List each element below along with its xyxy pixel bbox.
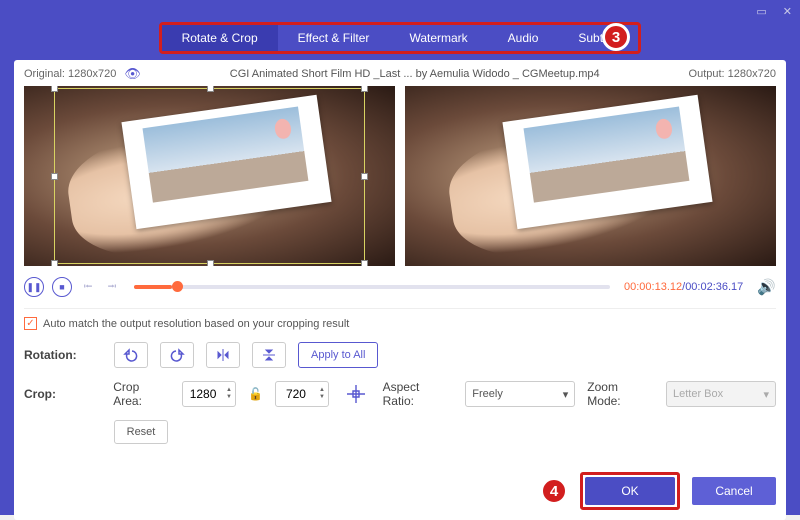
flip-vertical-button[interactable]: [252, 342, 286, 368]
rotation-row: Rotation: Apply to All: [24, 342, 776, 368]
app-window: ▭ ✕ Rotate & Crop Effect & Filter Waterm…: [0, 0, 800, 515]
lock-aspect-icon[interactable]: 🔓: [248, 387, 263, 401]
cancel-button[interactable]: Cancel: [692, 477, 776, 505]
aspect-ratio-label: Aspect Ratio:: [383, 380, 454, 408]
titlebar: ▭ ✕: [0, 0, 800, 22]
crop-handle[interactable]: [207, 260, 214, 266]
preview-original[interactable]: [24, 86, 395, 266]
crop-width-spinner[interactable]: ▲▼: [223, 387, 235, 401]
tab-audio[interactable]: Audio: [488, 25, 559, 51]
seek-slider[interactable]: [134, 285, 610, 289]
tabs-container: Rotate & Crop Effect & Filter Watermark …: [0, 22, 800, 54]
crop-row: Crop: Crop Area: ▲▼ 🔓 ▲▼ Aspect Ratio: F…: [24, 380, 776, 408]
crop-handle[interactable]: [51, 86, 58, 92]
playback-bar: ❚❚ ■ ⭰ ⭲ 00:00:13.12/00:02:36.17 🔊: [24, 274, 776, 300]
zoom-mode-value: Letter Box: [673, 388, 723, 400]
crop-area-label: Crop Area:: [113, 380, 170, 408]
automatch-checkbox[interactable]: ✓: [24, 317, 37, 330]
next-frame-button[interactable]: ⭲: [104, 277, 120, 297]
close-icon[interactable]: ✕: [783, 5, 792, 18]
editor-tabs: Rotate & Crop Effect & Filter Watermark …: [159, 22, 642, 54]
output-resolution-label: Output: 1280x720: [689, 68, 776, 80]
crop-handle[interactable]: [51, 173, 58, 180]
crop-height-input[interactable]: [276, 387, 316, 401]
divider: [24, 308, 776, 309]
automatch-row: ✓ Auto match the output resolution based…: [24, 317, 776, 330]
controls: Rotation: Apply to All Crop: Crop Area:: [24, 342, 776, 444]
footer-buttons: 4 OK Cancel: [540, 472, 776, 510]
reset-row: Reset: [24, 420, 776, 444]
ok-highlight: OK: [580, 472, 680, 510]
content-panel: Original: 1280x720 👁 CGI Animated Short …: [14, 60, 786, 520]
crop-label: Crop:: [24, 387, 101, 401]
crop-handle[interactable]: [361, 173, 368, 180]
eye-icon[interactable]: 👁: [124, 66, 141, 82]
aspect-ratio-select[interactable]: Freely ▾: [465, 381, 575, 407]
tab-effect-filter[interactable]: Effect & Filter: [278, 25, 390, 51]
chevron-down-icon: ▾: [763, 388, 769, 401]
time-current: 00:00:13.12: [624, 281, 682, 293]
crop-width-field[interactable]: ▲▼: [182, 381, 236, 407]
zoom-mode-label: Zoom Mode:: [587, 380, 654, 408]
ok-button[interactable]: OK: [585, 477, 675, 505]
time-duration: 00:02:36.17: [685, 281, 743, 293]
crop-handle[interactable]: [207, 86, 214, 92]
tab-watermark[interactable]: Watermark: [389, 25, 487, 51]
rotation-label: Rotation:: [24, 348, 102, 362]
crop-handle[interactable]: [361, 86, 368, 92]
crop-handle[interactable]: [51, 260, 58, 266]
preview-output: [405, 86, 776, 266]
automatch-label: Auto match the output resolution based o…: [43, 318, 349, 330]
chevron-down-icon: ▾: [563, 388, 569, 401]
crop-height-spinner[interactable]: ▲▼: [316, 387, 328, 401]
preview-header: Original: 1280x720 👁 CGI Animated Short …: [24, 66, 776, 82]
file-title: CGI Animated Short Film HD _Last ... by …: [149, 68, 681, 80]
crop-width-input[interactable]: [183, 387, 223, 401]
zoom-mode-select: Letter Box ▾: [666, 381, 776, 407]
rotate-left-button[interactable]: [114, 342, 148, 368]
prev-frame-button[interactable]: ⭰: [80, 277, 96, 297]
preview-row: [24, 86, 776, 266]
crop-height-field[interactable]: ▲▼: [275, 381, 329, 407]
original-resolution-label: Original: 1280x720: [24, 68, 116, 80]
stop-button[interactable]: ■: [52, 277, 72, 297]
tab-rotate-crop[interactable]: Rotate & Crop: [162, 25, 278, 51]
apply-to-all-button[interactable]: Apply to All: [298, 342, 378, 368]
center-crop-button[interactable]: [341, 381, 371, 407]
pause-button[interactable]: ❚❚: [24, 277, 44, 297]
step-badge-3: 3: [602, 23, 630, 51]
crop-box[interactable]: [54, 88, 365, 264]
step-badge-4: 4: [540, 477, 568, 505]
flip-horizontal-button[interactable]: [206, 342, 240, 368]
reset-button[interactable]: Reset: [114, 420, 168, 444]
volume-icon[interactable]: 🔊: [757, 278, 776, 296]
crop-handle[interactable]: [361, 260, 368, 266]
aspect-ratio-value: Freely: [472, 388, 503, 400]
minimize-icon[interactable]: ▭: [756, 5, 766, 18]
seek-knob[interactable]: [172, 281, 183, 292]
rotate-right-button[interactable]: [160, 342, 194, 368]
